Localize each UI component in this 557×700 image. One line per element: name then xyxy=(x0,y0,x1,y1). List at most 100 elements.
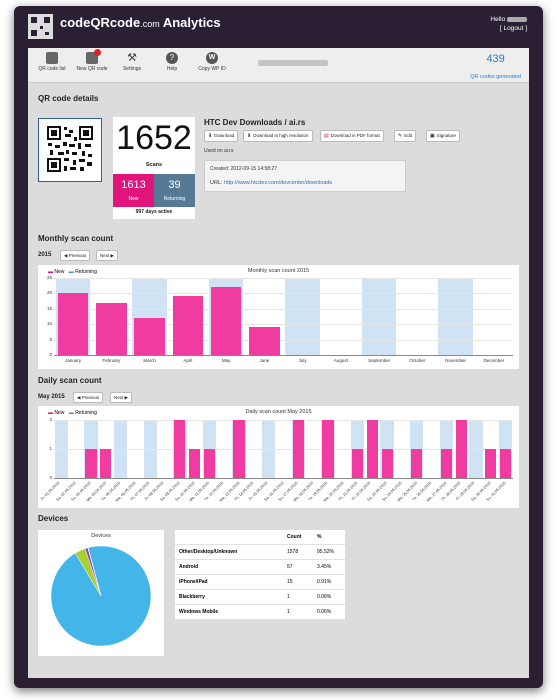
help-icon: ? xyxy=(166,52,178,64)
returning-band xyxy=(361,278,397,355)
device-name: Windows Mobile xyxy=(175,604,283,620)
toolbar-label: Settings xyxy=(122,66,142,72)
x-axis xyxy=(54,478,513,479)
y-tick-label: 10 xyxy=(46,321,52,327)
toolbar-label: Copy WP ID xyxy=(198,66,226,72)
monthly-previous-button[interactable]: ◀ Previous xyxy=(60,250,91,261)
qr-code-image[interactable] xyxy=(38,118,102,182)
x-tick-label: January xyxy=(65,358,82,363)
monthly-chart: ▬ New ▬ Returning Monthly scan count 201… xyxy=(38,265,519,369)
top-bar: codeQRcode.com Analytics Hello [ Logout … xyxy=(14,6,543,46)
y-tick-label: 25 xyxy=(46,275,52,280)
edit-button[interactable]: ✎ Edit xyxy=(394,130,416,142)
gridline xyxy=(54,278,513,279)
brand-domain: .com xyxy=(140,19,160,29)
button-label: Download in high resolution xyxy=(253,133,309,138)
logo-icon[interactable] xyxy=(28,14,53,39)
bar-new xyxy=(174,420,186,478)
stat-value: 439 xyxy=(486,53,505,65)
qr-generated-stat[interactable]: 439 QR codes generated xyxy=(470,53,521,83)
device-name: iPhone/iPad xyxy=(175,574,283,590)
toolbar-settings-button[interactable]: ⚒ Settings xyxy=(114,52,150,72)
button-label: Previous xyxy=(81,395,100,400)
y-tick-label: 15 xyxy=(46,305,52,311)
x-tick-label: June xyxy=(259,358,270,363)
download-icon: ⬇ xyxy=(247,133,252,139)
user-greeting: Hello [ Logout ] xyxy=(490,15,527,33)
app-window: codeQRcode.com Analytics Hello [ Logout … xyxy=(14,6,543,688)
returning-scans-label: Returning xyxy=(163,196,186,202)
chart-title: Monthly scan count 2015 xyxy=(247,268,310,274)
table-row: Other/Desktop/Unknown 1578 95.52% xyxy=(175,544,345,560)
bar-new xyxy=(351,449,364,478)
button-label: Signature xyxy=(436,133,456,138)
bar-new xyxy=(233,420,245,478)
count-col-header: Count xyxy=(283,530,313,545)
device-pct: 95.52% xyxy=(313,544,345,560)
url-row: URL: http://www.htcdev.com/devcenter/dow… xyxy=(210,180,332,186)
created-date: Created: 2012-09-15 14:58:27 xyxy=(210,166,277,172)
toolbar-label: Help xyxy=(166,66,178,72)
x-tick-label: September xyxy=(368,358,391,363)
device-name: Android xyxy=(175,559,283,575)
device-count: 15 xyxy=(283,574,313,590)
table-row: Blackberry 1 0.06% xyxy=(175,589,345,605)
new-scans-badge: 1613 New xyxy=(113,174,154,207)
daily-next-button[interactable]: Next ▶ xyxy=(110,392,132,403)
chart-title: Daily scan count May 2015 xyxy=(245,409,312,415)
x-tick-label: October xyxy=(409,358,426,363)
toolbar-label: New QR code xyxy=(76,66,108,72)
toolbar-help-button[interactable]: ? Help xyxy=(154,52,190,72)
main-panel: QR code list New QR code ⚒ Settings ? He… xyxy=(28,48,529,678)
table-row: Android 57 3.45% xyxy=(175,559,345,575)
arrow-right-icon: ▶ xyxy=(109,253,114,258)
toolbar-label: QR code list xyxy=(38,66,66,72)
y-tick-label: 1 xyxy=(49,446,52,451)
total-scans: 1652 xyxy=(116,119,192,157)
download-hires-button[interactable]: ⬇ Download in high resolution xyxy=(243,130,313,142)
table-row: iPhone/iPad 15 0.91% xyxy=(175,574,345,590)
toolbar-qr-list-button[interactable]: QR code list xyxy=(34,52,70,72)
y-tick-label: 0 xyxy=(49,352,52,357)
url-link[interactable]: http://www.htcdev.com/devcenter/download… xyxy=(224,180,332,186)
stat-label: QR codes generated xyxy=(470,74,521,80)
scan-count-box: 1652 Scans 1613 New 39 Returning 997 day… xyxy=(113,117,195,219)
device-name: Other/Desktop/Unknown xyxy=(175,544,283,560)
table-header-row: Count % xyxy=(175,530,345,545)
y-tick-label: 2 xyxy=(49,417,52,422)
toolbar-new-qr-button[interactable]: New QR code xyxy=(74,49,110,72)
toolbar-copy-wp-button[interactable]: W Copy WP ID xyxy=(194,52,230,72)
devices-heading: Devices xyxy=(38,514,69,523)
device-count: 1 xyxy=(283,589,313,605)
tools-icon: ⚒ xyxy=(127,52,137,64)
username-blurred xyxy=(507,16,527,22)
x-tick-label: December xyxy=(483,358,505,363)
bar-new xyxy=(499,449,512,478)
device-count: 1578 xyxy=(283,544,313,560)
edit-icon: ✎ xyxy=(398,133,403,139)
device-pct: 3.45% xyxy=(313,559,345,575)
button-label: Download in PDF format xyxy=(330,133,380,138)
download-button[interactable]: ⬇ Download xyxy=(204,130,239,142)
bar-new xyxy=(411,449,423,478)
pie-svg xyxy=(50,545,152,647)
signature-button[interactable]: ▣ Signature xyxy=(426,130,460,142)
brand-title[interactable]: codeQRcode.com Analytics xyxy=(60,15,221,30)
daily-previous-button[interactable]: ◀ Previous xyxy=(73,392,104,403)
monthly-next-button[interactable]: Next ▶ xyxy=(96,250,118,261)
device-pct: 0.06% xyxy=(313,604,345,620)
grid-icon xyxy=(46,52,58,64)
bar-new xyxy=(189,449,201,478)
logout-link[interactable]: [ Logout ] xyxy=(500,25,527,32)
brand-suffix: Analytics xyxy=(162,15,221,30)
wordpress-icon: W xyxy=(206,52,218,64)
button-label: Download xyxy=(214,133,235,138)
toolbar: QR code list New QR code ⚒ Settings ? He… xyxy=(28,48,529,83)
device-name: Blackberry xyxy=(175,589,283,605)
bar-new xyxy=(322,420,334,478)
x-tick-label: May xyxy=(221,358,231,363)
download-pdf-button[interactable]: ▤ Download in PDF format xyxy=(320,130,384,142)
x-tick-label: August xyxy=(333,358,348,363)
device-pct: 0.91% xyxy=(313,574,345,590)
download-icon: ⬇ xyxy=(208,133,213,139)
